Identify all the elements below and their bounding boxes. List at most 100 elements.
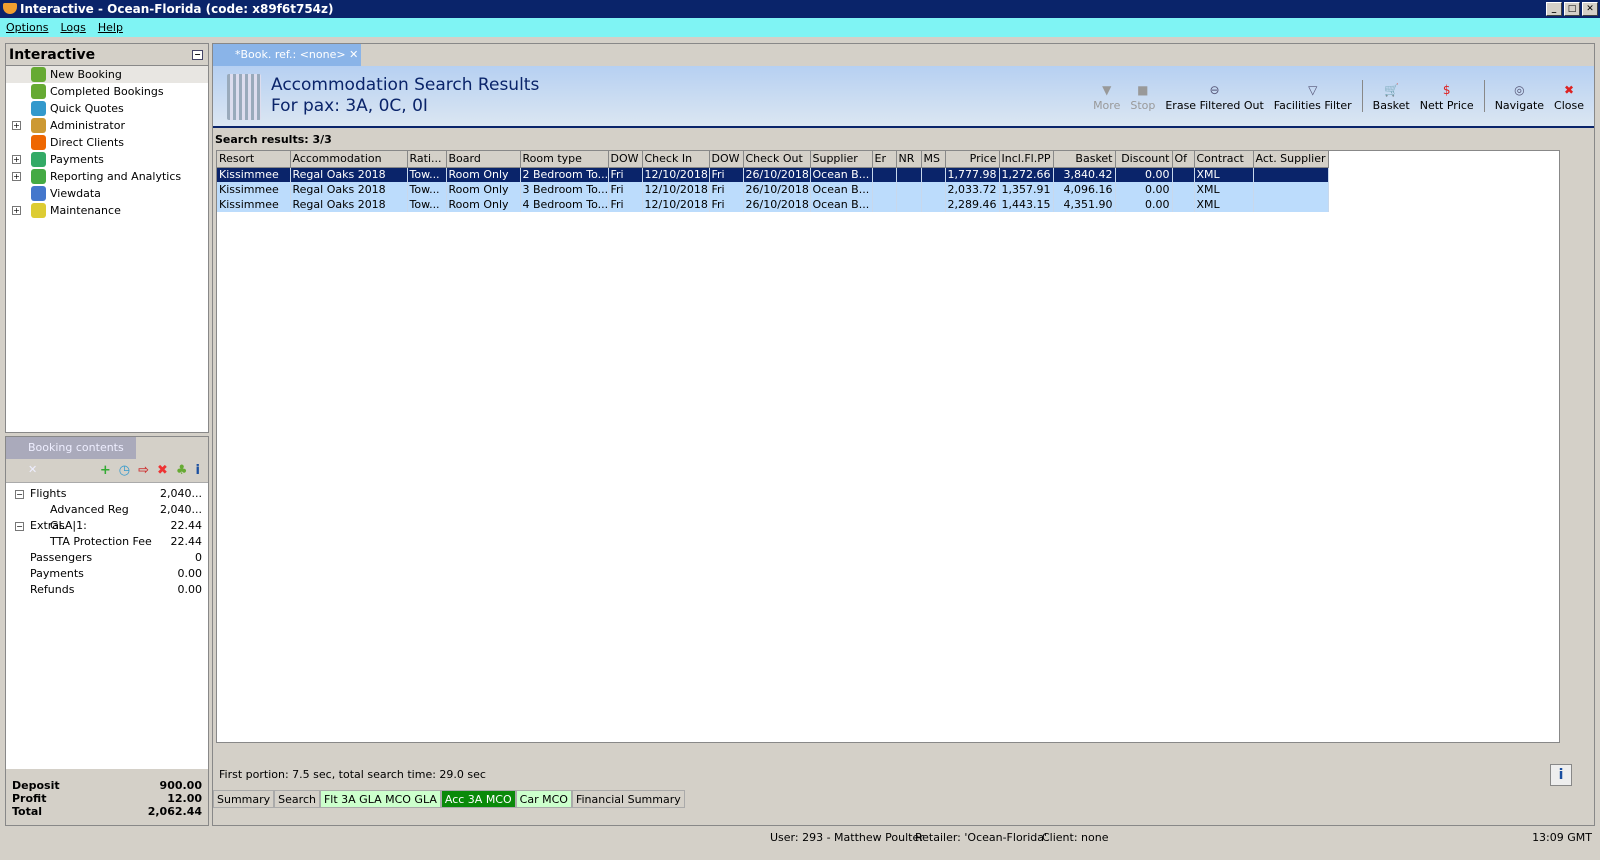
total-value: 12.00 [167, 792, 202, 805]
expand-icon[interactable]: + [12, 172, 21, 181]
column-header-dow[interactable]: DOW [608, 151, 643, 168]
booking-row[interactable]: Refunds 0.00 [6, 582, 208, 598]
basket-button[interactable]: 🛒 Basket [1373, 83, 1410, 112]
maximize-button[interactable]: □ [1564, 2, 1580, 16]
bottom-tabs: Summary Search Flt 3A GLA MCO GLA Acc 3A MC… [213, 790, 685, 808]
more-button[interactable]: ▼ More [1093, 83, 1120, 112]
total-label: Profit [12, 792, 47, 805]
navigate-button[interactable]: ◎ Navigate [1495, 83, 1544, 112]
tab-acc-3a-mco[interactable]: Acc 3A MCO [440, 790, 516, 808]
column-header-basket[interactable]: Basket [1053, 151, 1116, 168]
column-header-supplier[interactable]: Supplier [810, 151, 873, 168]
expand-icon[interactable]: + [12, 155, 21, 164]
navigate-label: Navigate [1494, 99, 1545, 112]
booking-row[interactable]: Advanced Reg GLA|1: 2,040... [6, 502, 208, 532]
facilities-filter-label: Facilities Filter [1273, 99, 1352, 112]
column-header-contract[interactable]: Contract [1194, 151, 1254, 168]
cell-price: 1,777.98 [945, 167, 1000, 182]
palm-tree-icon[interactable]: ♣ [176, 463, 188, 478]
column-header-rati-[interactable]: Rati... [407, 151, 447, 168]
column-header-er[interactable]: Er [872, 151, 897, 168]
column-header-accommodation[interactable]: Accommodation [290, 151, 408, 168]
cell-accommodation: Regal Oaks 2018 [290, 182, 408, 197]
nav-item-viewdata[interactable]: Viewdata [6, 185, 208, 202]
close-window-button[interactable]: ✕ [1582, 2, 1598, 16]
column-header-dow[interactable]: DOW [709, 151, 744, 168]
close-icon: ✖ [1563, 83, 1575, 97]
expand-icon[interactable]: + [12, 121, 21, 130]
booking-row[interactable]: Passengers 0 [6, 550, 208, 566]
booking-row[interactable]: Payments 0.00 [6, 566, 208, 582]
cell-check-in: 12/10/2018 [642, 167, 710, 182]
column-header-price[interactable]: Price [945, 151, 1000, 168]
table-row[interactable]: Kissimmee Regal Oaks 2018 Tow... Room Only 4… [217, 197, 1329, 212]
info-button[interactable]: i [1550, 764, 1572, 786]
nav-item-new-booking[interactable]: New Booking [6, 66, 208, 83]
column-header-act-supplier[interactable]: Act. Supplier [1253, 151, 1329, 168]
tab-car-mco[interactable]: Car MCO [515, 790, 572, 808]
booking-row-label: Passengers [30, 551, 93, 564]
table-row[interactable]: Kissimmee Regal Oaks 2018 Tow... Room Only 2… [217, 167, 1329, 182]
close-button[interactable]: ✖ Close [1554, 83, 1584, 112]
column-header-nr[interactable]: NR [896, 151, 922, 168]
nav-item-administrator[interactable]: + Administrator [6, 117, 208, 134]
booking-contents-tab-label: Booking contents [28, 441, 124, 454]
basket-transfer-icon[interactable]: ⇨ [138, 463, 149, 478]
column-header-check-out[interactable]: Check Out [743, 151, 811, 168]
column-header-discount[interactable]: Discount [1115, 151, 1173, 168]
booking-contents-tab[interactable]: Booking contents ✕ [6, 437, 136, 476]
payments-icon [31, 152, 46, 167]
column-header-board[interactable]: Board [446, 151, 521, 168]
nav-item-reporting-and-analytics[interactable]: + Reporting and Analytics [6, 168, 208, 185]
stop-button[interactable]: ■ Stop [1130, 83, 1155, 112]
cell-check-in: 12/10/2018 [642, 197, 710, 212]
nav-item-quick-quotes[interactable]: Quick Quotes [6, 100, 208, 117]
expand-icon[interactable]: + [12, 206, 21, 215]
cell-contract: XML [1194, 197, 1254, 212]
navigation-panel: Interactive − New Booking Completed Bookin… [5, 43, 209, 433]
column-header-of[interactable]: Of [1172, 151, 1195, 168]
nav-item-direct-clients[interactable]: Direct Clients [6, 134, 208, 151]
booking-row-value: 2,040... [160, 503, 202, 516]
nav-item-label: Quick Quotes [50, 102, 124, 115]
collapse-icon[interactable]: − [15, 490, 24, 499]
booking-row[interactable]: TTA Protection Fee 22.44 [6, 534, 208, 550]
facilities-filter-button[interactable]: ▽ Facilities Filter [1274, 83, 1352, 112]
delete-icon[interactable]: ✖ [157, 463, 168, 478]
clock-icon [31, 101, 46, 116]
erase-filtered-out-button[interactable]: ⊖ Erase Filtered Out [1165, 83, 1263, 112]
nett-price-button[interactable]: $ Nett Price [1420, 83, 1474, 112]
nav-item-maintenance[interactable]: + Maintenance [6, 202, 208, 219]
minimize-button[interactable]: _ [1546, 2, 1562, 16]
tab-search[interactable]: Search [274, 790, 320, 808]
table-row[interactable]: Kissimmee Regal Oaks 2018 Tow... Room Only 3… [217, 182, 1329, 197]
cell-dow: Fri [709, 182, 744, 197]
clock-icon[interactable]: ◷ [119, 463, 130, 478]
cell-accommodation: Regal Oaks 2018 [290, 197, 408, 212]
tab-summary[interactable]: Summary [213, 790, 275, 808]
add-icon[interactable]: + [100, 463, 111, 478]
menu-options[interactable]: Options [6, 18, 48, 37]
menu-logs[interactable]: Logs [60, 18, 85, 37]
tab-flt-3a-gla-mco-gla[interactable]: Flt 3A GLA MCO GLA [319, 790, 441, 808]
menu-help[interactable]: Help [98, 18, 123, 37]
cell-discount: 0.00 [1115, 167, 1173, 182]
nav-item-label: Payments [50, 153, 104, 166]
booking-row[interactable]: − Extras 22.44 [6, 518, 208, 534]
tab-financial-summary[interactable]: Financial Summary [571, 790, 685, 808]
status-time: 13:09 GMT [1532, 831, 1592, 844]
column-header-ms[interactable]: MS [921, 151, 946, 168]
column-header-resort[interactable]: Resort [217, 151, 291, 168]
collapse-icon[interactable]: − [15, 522, 24, 531]
minimize-panel-button[interactable]: − [192, 50, 203, 60]
column-header-incl-fl-pp[interactable]: Incl.Fl.PP [999, 151, 1054, 168]
cell-ms [921, 197, 946, 212]
column-header-room-type[interactable]: Room type [520, 151, 609, 168]
nav-item-completed-bookings[interactable]: Completed Bookings [6, 83, 208, 100]
booking-row[interactable]: − Flights 2,040... [6, 486, 208, 502]
window-title: Interactive - Ocean-Florida (code: x89f6… [20, 2, 334, 16]
column-header-check-in[interactable]: Check In [642, 151, 710, 168]
info-icon[interactable]: i [196, 463, 200, 478]
booking-document-tab[interactable]: *Book. ref.: <none> ✕ [213, 44, 361, 66]
nav-item-payments[interactable]: + Payments [6, 151, 208, 168]
